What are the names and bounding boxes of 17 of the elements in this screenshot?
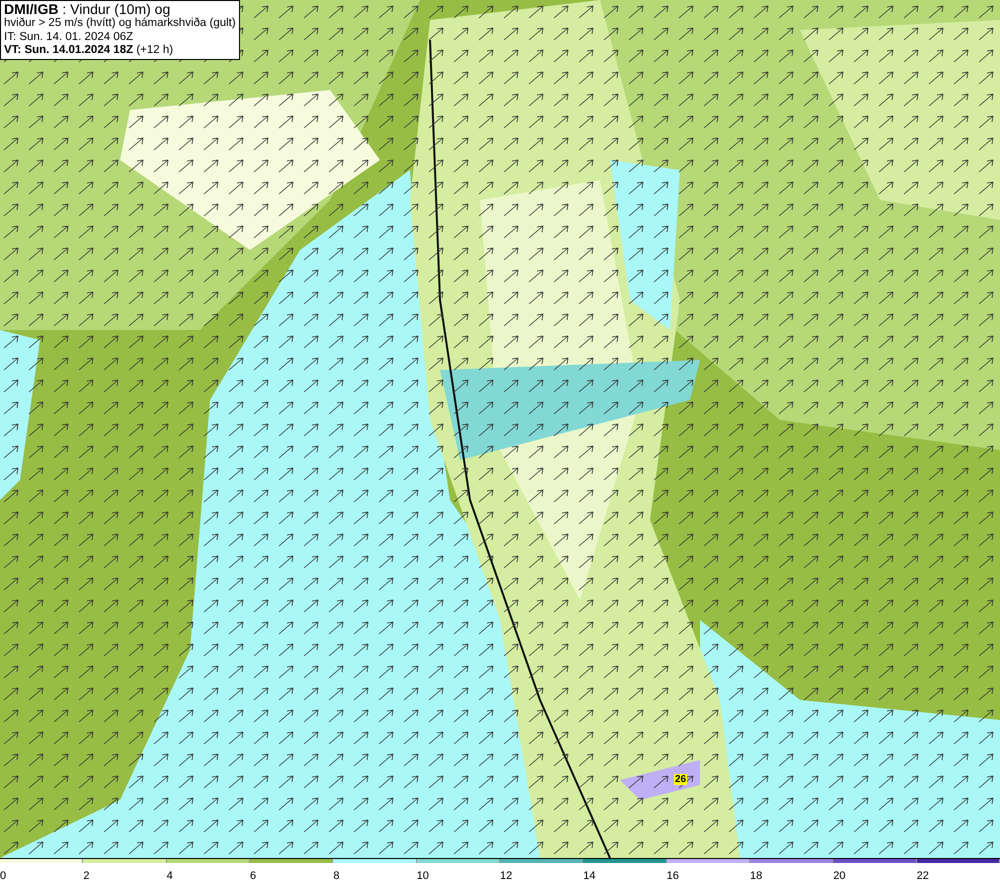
legend-label: 22: [916, 870, 929, 882]
legend-label: 6: [250, 870, 256, 882]
legend-label: 2: [83, 870, 90, 882]
legend-label: 0: [0, 870, 6, 882]
legend-label: 4: [166, 870, 173, 882]
title-line: DMI/IGB : Vindur (10m) og: [4, 2, 172, 17]
gust-value-badge: 26: [674, 774, 688, 785]
legend-label: 12: [500, 870, 512, 882]
legend-label: 8: [333, 870, 340, 882]
legend-label: 20: [833, 870, 846, 882]
legend-label: 18: [750, 870, 762, 882]
title-line: VT: Sun. 14.01.2024 18Z (+12 h): [4, 44, 174, 58]
title-line: hviður > 25 m/s (hvítt) og hámarkshviða (gult): [4, 17, 236, 30]
legend-label: 16: [666, 870, 679, 882]
title-line: IT: Sun. 14. 01. 2024 06Z: [4, 30, 134, 44]
legend-label: 10: [416, 870, 429, 882]
legend-label: 14: [583, 870, 596, 882]
